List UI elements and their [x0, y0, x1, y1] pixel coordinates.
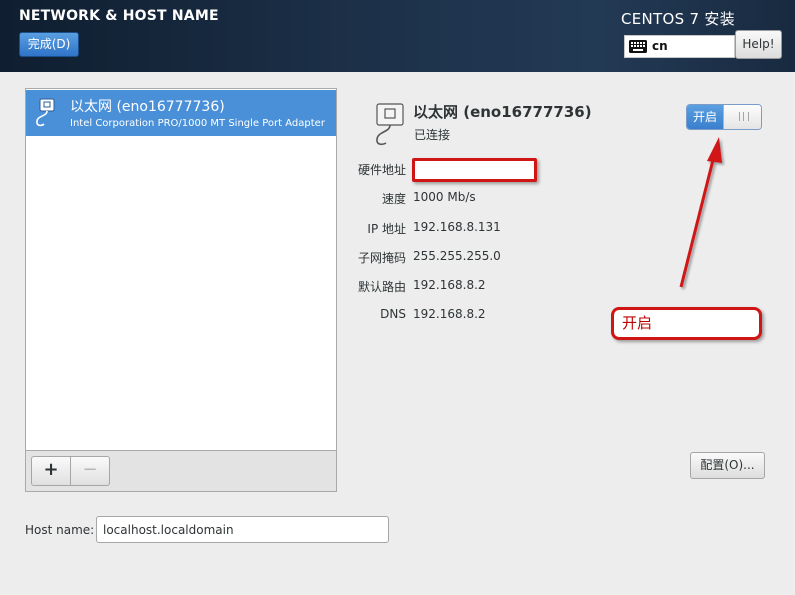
- header-bar: NETWORK & HOST NAME 完成(D) CENTOS 7 安装 cn…: [0, 0, 795, 72]
- ethernet-icon: [36, 98, 55, 127]
- installer-brand: CENTOS 7 安装: [620, 10, 735, 28]
- device-list-item[interactable]: 以太网 (eno16777736) Intel Corporation PRO/…: [26, 90, 336, 136]
- device-list-toolbar: + −: [25, 451, 337, 492]
- remove-device-button[interactable]: −: [70, 456, 110, 486]
- subnet-mask-value: 255.255.255.0: [413, 249, 501, 263]
- dns-label: DNS: [380, 307, 406, 321]
- add-device-button[interactable]: +: [31, 456, 71, 486]
- speed-label: 速度: [381, 192, 406, 206]
- hostname-input[interactable]: [96, 516, 389, 543]
- ethernet-icon: [376, 103, 404, 146]
- ip-address-label: IP 地址: [367, 222, 406, 236]
- grip-icon: [739, 112, 749, 121]
- device-title: 以太网 (eno16777736): [413, 103, 592, 121]
- connection-status: 已连接: [414, 128, 451, 142]
- hardware-address-label: 硬件地址: [357, 163, 406, 177]
- toggle-on-label: 开启: [687, 105, 723, 129]
- hardware-address-redaction: [412, 158, 537, 182]
- page-title: NETWORK & HOST NAME: [19, 8, 219, 24]
- default-route-value: 192.168.8.2: [413, 278, 486, 292]
- keyboard-layout-indicator[interactable]: cn: [624, 35, 735, 58]
- dns-value: 192.168.8.2: [413, 307, 486, 321]
- help-button[interactable]: Help!: [735, 30, 782, 59]
- ip-address-value: 192.168.8.131: [413, 220, 501, 234]
- hostname-label: Host name:: [25, 523, 95, 537]
- device-list-item-description: Intel Corporation PRO/1000 MT Single Por…: [70, 118, 325, 129]
- toggle-knob: [723, 105, 761, 129]
- keyboard-layout-label: cn: [652, 39, 668, 53]
- subnet-mask-label: 子网掩码: [357, 251, 406, 265]
- configure-button[interactable]: 配置(O)...: [690, 452, 765, 479]
- network-device-list: 以太网 (eno16777736) Intel Corporation PRO/…: [25, 88, 337, 451]
- connection-toggle[interactable]: 开启: [686, 104, 762, 130]
- default-route-label: 默认路由: [357, 280, 406, 294]
- keyboard-icon: [629, 40, 647, 53]
- device-list-item-name: 以太网 (eno16777736): [70, 99, 225, 115]
- speed-value: 1000 Mb/s: [413, 190, 476, 204]
- done-button[interactable]: 完成(D): [19, 32, 79, 57]
- annotation-callout: 开启: [611, 307, 762, 340]
